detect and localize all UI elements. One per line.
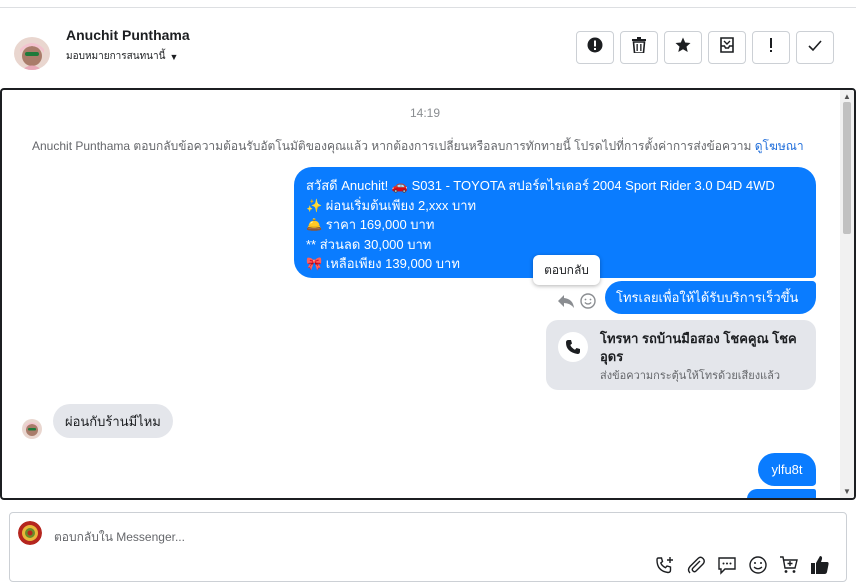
- auto-reply-notice: Anuchit Punthama ตอบกลับข้อความต้อนรับอั…: [32, 137, 804, 156]
- call-card[interactable]: โทรหา รถบ้านมือสอง โชคคูณ โชคอุดร ส่งข้อ…: [546, 320, 816, 390]
- view-ad-link[interactable]: ดูโฆษณา: [755, 139, 804, 153]
- message-text: ผ่อนกับร้านมีไหม: [65, 413, 161, 429]
- contact-name[interactable]: Anuchit Punthama: [66, 27, 190, 43]
- scrollbar-thumb[interactable]: [843, 102, 851, 234]
- archive-icon: [719, 37, 735, 58]
- message-thread[interactable]: 14:19 Anuchit Punthama ตอบกลับข้อความต้อ…: [0, 88, 856, 500]
- message-text: ylfu8t: [771, 462, 803, 477]
- message-text: โทรเลยเพื่อให้ได้รับบริการเร็วขึ้น: [616, 290, 799, 305]
- add-to-cart-icon[interactable]: [779, 555, 799, 575]
- paperclip-icon[interactable]: [686, 555, 706, 575]
- assign-dropdown[interactable]: มอบหมายการสนทนานี้ ▼: [66, 49, 178, 64]
- follow-up-button[interactable]: [752, 31, 790, 64]
- composer-toolbar: [655, 555, 830, 575]
- reply-icon[interactable]: [557, 293, 575, 314]
- message-line: 🛎️ ราคา 169,000 บาท: [306, 217, 435, 232]
- scroll-down-icon[interactable]: ▼: [843, 487, 851, 496]
- mark-done-button[interactable]: [796, 31, 834, 64]
- checkmark-icon: [808, 39, 822, 57]
- phone-icon: [558, 332, 588, 362]
- delete-button[interactable]: [620, 31, 658, 64]
- avatar: [22, 419, 42, 439]
- scrollbar[interactable]: ▲ ▼: [840, 90, 854, 498]
- message-line: ✨ ผ่อนเริ่มต้นเพียง 2,xxx บาท: [306, 197, 477, 213]
- reply-input[interactable]: ตอบกลับใน Messenger...: [54, 528, 185, 547]
- incoming-message[interactable]: ผ่อนกับร้านมีไหม: [53, 404, 173, 438]
- outgoing-message-partial[interactable]: [747, 489, 816, 498]
- trash-icon: [632, 37, 646, 58]
- chevron-down-icon: ▼: [169, 51, 179, 62]
- thumbs-up-icon[interactable]: [810, 555, 830, 575]
- outgoing-message[interactable]: โทรเลยเพื่อให้ได้รับบริการเร็วขึ้น: [605, 281, 816, 314]
- header-actions: [576, 31, 834, 64]
- outgoing-message[interactable]: ylfu8t: [758, 453, 816, 486]
- avatar[interactable]: [14, 37, 50, 70]
- saved-replies-icon[interactable]: [717, 555, 737, 575]
- emoji-icon[interactable]: [748, 555, 768, 575]
- conversation-header: Anuchit Punthama มอบหมายการสนทนานี้ ▼: [0, 0, 856, 88]
- exclamation-icon: [768, 37, 774, 58]
- call-add-icon[interactable]: [655, 555, 675, 575]
- notice-text: Anuchit Punthama ตอบกลับข้อความต้อนรับอั…: [32, 139, 752, 153]
- star-button[interactable]: [664, 31, 702, 64]
- composer[interactable]: ตอบกลับใน Messenger...: [9, 512, 847, 582]
- call-card-title: โทรหา รถบ้านมือสอง โชคคูณ โชคอุดร: [600, 331, 797, 364]
- message-line: ** ส่วนลด 30,000 บาท: [306, 236, 432, 252]
- message-actions: [557, 293, 596, 314]
- alert-circle-icon: [587, 37, 603, 58]
- timestamp: 14:19: [409, 106, 441, 120]
- assign-label: มอบหมายการสนทนานี้: [66, 51, 166, 62]
- archive-button[interactable]: [708, 31, 746, 64]
- divider: [0, 7, 856, 8]
- star-icon: [675, 37, 691, 58]
- call-card-subtitle: ส่งข้อความกระตุ้นให้โทรด้วยเสียงแล้ว: [600, 370, 781, 382]
- reply-tooltip: ตอบกลับ: [533, 255, 600, 285]
- message-line: สวัสดี Anuchit! 🚗 S031 - TOYOTA สปอร์ตไร…: [306, 178, 775, 193]
- mark-spam-button[interactable]: [576, 31, 614, 64]
- scroll-up-icon[interactable]: ▲: [843, 92, 851, 101]
- emoji-react-icon[interactable]: [580, 293, 596, 314]
- page-avatar: [18, 521, 42, 545]
